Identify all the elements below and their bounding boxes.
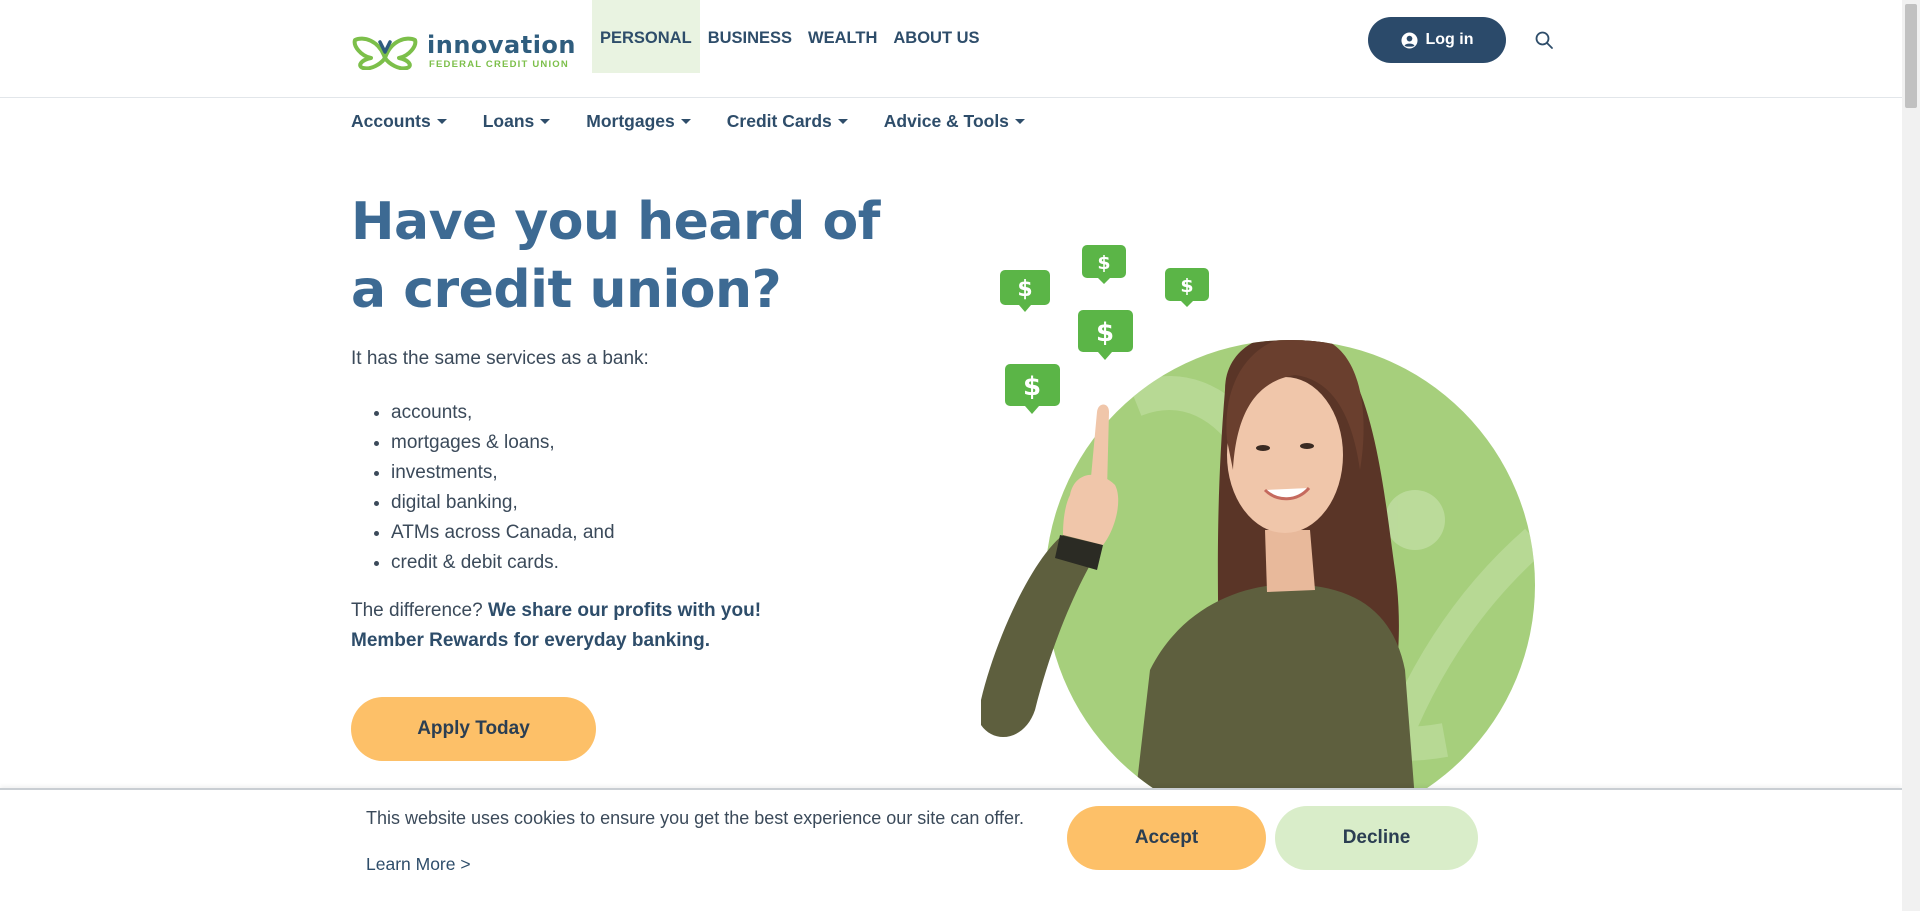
caret-down-icon <box>540 118 551 124</box>
logo-name: innovation <box>427 30 576 59</box>
scrollbar[interactable] <box>1902 0 1920 911</box>
learn-more-link[interactable]: Learn More > <box>366 854 471 875</box>
apply-today-button[interactable]: Apply Today <box>351 697 596 761</box>
site-header: innovation FEDERAL CREDIT UNION PERSONAL… <box>0 0 1902 98</box>
list-item: investments, <box>391 458 615 488</box>
accept-cookies-button[interactable]: Accept <box>1067 806 1266 870</box>
cookie-message: This website uses cookies to ensure you … <box>366 808 1025 828</box>
svg-text:$: $ <box>1023 372 1041 402</box>
main-nav: PERSONAL BUSINESS WEALTH ABOUT US <box>592 0 988 73</box>
hero-illustration: $ $ $ $ $ <box>981 245 1535 790</box>
caret-down-icon <box>1014 118 1025 124</box>
list-item: credit & debit cards. <box>391 548 615 578</box>
list-item: mortgages & loans, <box>391 428 615 458</box>
scrollbar-thumb[interactable] <box>1905 4 1917 108</box>
butterfly-logo-icon <box>352 36 418 70</box>
subnav-accounts[interactable]: Accounts <box>351 111 447 132</box>
dollar-bubble-icon: $ <box>1082 245 1126 284</box>
dollar-bubble-icon: $ <box>1005 364 1060 414</box>
nav-business[interactable]: BUSINESS <box>700 0 800 73</box>
difference-highlight: We share our profits with you! <box>487 600 762 621</box>
subnav-loans[interactable]: Loans <box>483 111 551 132</box>
hero-intro: It has the same services as a bank: <box>351 348 649 369</box>
svg-text:$: $ <box>1017 277 1032 302</box>
dollar-bubble-icon: $ <box>1078 310 1133 360</box>
subnav-mortgages[interactable]: Mortgages <box>586 111 691 132</box>
dollar-bubble-icon: $ <box>1165 268 1209 307</box>
hero-title: Have you heard of a credit union? <box>351 192 880 320</box>
difference-text: The difference? We share our profits wit… <box>351 596 811 656</box>
caret-down-icon <box>680 118 691 124</box>
cookie-banner: This website uses cookies to ensure you … <box>0 788 1902 911</box>
sub-nav: Accounts Loans Mortgages Credit Cards Ad… <box>351 98 1061 144</box>
nav-wealth[interactable]: WEALTH <box>800 0 885 73</box>
nav-personal[interactable]: PERSONAL <box>592 0 700 73</box>
search-icon[interactable] <box>1534 30 1554 50</box>
member-rewards-text: Member Rewards for everyday banking. <box>351 630 711 651</box>
subnav-advice-tools[interactable]: Advice & Tools <box>884 111 1025 132</box>
decline-cookies-button[interactable]: Decline <box>1275 806 1478 870</box>
nav-about-us[interactable]: ABOUT US <box>885 0 987 73</box>
difference-prefix: The difference? <box>351 600 488 621</box>
caret-down-icon <box>837 118 848 124</box>
list-item: digital banking, <box>391 488 615 518</box>
user-icon <box>1400 31 1418 49</box>
svg-text:$: $ <box>1097 252 1110 274</box>
feature-list: accounts, mortgages & loans, investments… <box>391 398 615 578</box>
logo-subtitle: FEDERAL CREDIT UNION <box>429 58 569 70</box>
login-button[interactable]: Log in <box>1368 17 1506 63</box>
dollar-bubble-icon: $ <box>1000 270 1050 312</box>
subnav-credit-cards[interactable]: Credit Cards <box>727 111 848 132</box>
logo[interactable]: innovation FEDERAL CREDIT UNION <box>351 32 576 70</box>
list-item: ATMs across Canada, and <box>391 518 615 548</box>
caret-down-icon <box>436 118 447 124</box>
svg-text:$: $ <box>1096 318 1114 348</box>
svg-text:$: $ <box>1180 275 1193 297</box>
login-label: Log in <box>1425 31 1474 48</box>
list-item: accounts, <box>391 398 615 428</box>
